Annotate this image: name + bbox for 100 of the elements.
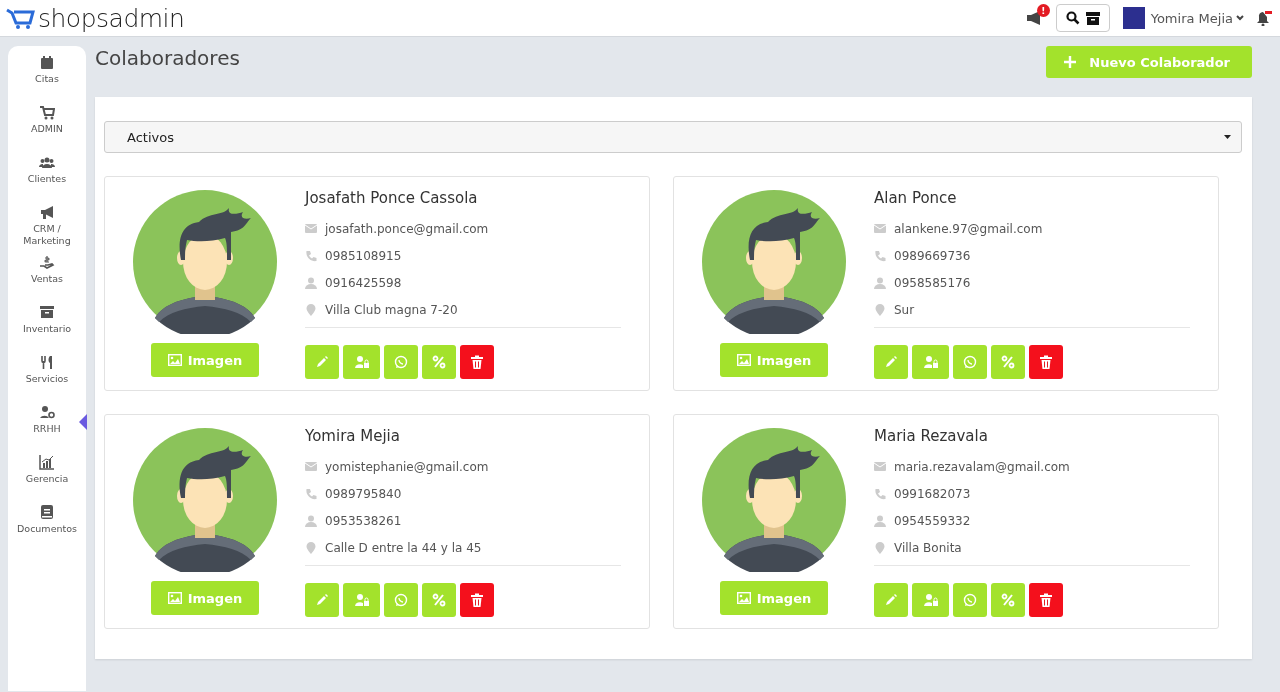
envelope-icon <box>874 460 886 473</box>
map-pin-icon <box>305 541 317 554</box>
delete-button[interactable] <box>1029 345 1063 379</box>
user-lock-icon <box>923 355 938 369</box>
user-lock-icon <box>354 593 369 607</box>
fork-knife-icon <box>39 354 55 370</box>
caret-icon <box>1224 135 1231 139</box>
whatsapp-button[interactable] <box>953 345 987 379</box>
user-lock-icon <box>354 355 369 369</box>
pencil-icon <box>884 355 898 369</box>
contact-text: josafath.ponce@gmail.com <box>325 221 489 236</box>
pencil-icon <box>315 593 329 607</box>
collaborator-name: Maria Rezavala <box>874 427 989 445</box>
megaphone-icon <box>39 204 55 220</box>
chat-bubble-icon <box>394 355 408 369</box>
contact-text: Calle D entre la 44 y la 45 <box>325 540 482 555</box>
map-pin-icon <box>874 541 886 554</box>
trash-icon <box>1039 593 1053 607</box>
user-icon <box>874 276 886 289</box>
trash-icon <box>1039 355 1053 369</box>
access-button[interactable] <box>912 583 949 617</box>
megaphone-icon[interactable] <box>1025 11 1042 25</box>
sidebar-item[interactable]: Citas <box>8 54 86 100</box>
cart-logo-icon <box>6 6 36 30</box>
collaborator-name: Josafath Ponce Cassola <box>305 189 479 207</box>
contact-text: Villa Bonita <box>894 540 962 555</box>
plus-icon <box>1064 56 1077 68</box>
phone-icon <box>874 249 886 262</box>
envelope-icon <box>305 460 317 473</box>
image-icon <box>736 354 751 366</box>
delete-button[interactable] <box>460 583 494 617</box>
delete-button[interactable] <box>1029 583 1063 617</box>
bell-icon[interactable] <box>1256 10 1272 26</box>
edit-button[interactable] <box>874 583 908 617</box>
cart-icon <box>39 104 55 120</box>
sidebar-item[interactable]: ADMIN <box>8 104 86 150</box>
phone-icon <box>874 487 886 500</box>
phone-icon <box>305 249 317 262</box>
chat-bubble-icon <box>963 355 977 369</box>
trash-icon <box>470 593 484 607</box>
sidebar-item[interactable]: Servicios <box>8 354 86 400</box>
contact-text: 0991682073 <box>894 486 971 501</box>
chat-bubble-icon <box>963 593 977 607</box>
contact-text: Sur <box>894 302 915 317</box>
sidebar-item[interactable]: CRM / Marketing <box>8 204 86 250</box>
envelope-icon <box>874 222 886 235</box>
alert-badge: ! <box>1036 4 1050 17</box>
brand-logo[interactable]: shopsadmin <box>38 3 185 33</box>
envelope-icon <box>305 222 317 235</box>
edit-button[interactable] <box>305 345 339 379</box>
status-dropdown[interactable]: Activos <box>104 121 1242 153</box>
user-icon <box>874 514 886 527</box>
whatsapp-button[interactable] <box>384 345 418 379</box>
chat-bubble-icon <box>394 593 408 607</box>
sidebar-item[interactable]: Inventario <box>8 304 86 350</box>
user-menu[interactable]: Yomira Mejia <box>1150 10 1233 26</box>
book-icon <box>39 504 55 520</box>
user-gear-icon <box>39 404 55 420</box>
pencil-icon <box>884 593 898 607</box>
percent-icon <box>432 355 446 369</box>
whatsapp-button[interactable] <box>953 583 987 617</box>
image-icon <box>167 354 182 366</box>
contact-text: 0989669736 <box>894 248 971 263</box>
image-icon <box>736 592 751 604</box>
user-icon <box>305 276 317 289</box>
phone-icon <box>305 487 317 500</box>
sidebar-item[interactable]: Ventas <box>8 254 86 300</box>
user-icon <box>305 514 317 527</box>
sidebar-item[interactable]: Clientes <box>8 154 86 200</box>
archive-icon <box>1085 11 1100 25</box>
access-button[interactable] <box>343 345 380 379</box>
edit-button[interactable] <box>305 583 339 617</box>
contact-text: maria.rezavalam@gmail.com <box>894 459 1070 474</box>
collaborator-name: Yomira Mejia <box>305 427 401 445</box>
pencil-icon <box>315 355 329 369</box>
caret-icon <box>1236 15 1244 21</box>
contact-text: 0953538261 <box>325 513 402 528</box>
access-button[interactable] <box>343 583 380 617</box>
whatsapp-button[interactable] <box>384 583 418 617</box>
sidebar-item[interactable]: Documentos <box>8 504 86 550</box>
contact-text: 0954559332 <box>894 513 971 528</box>
map-pin-icon <box>874 303 886 316</box>
sidebar-item[interactable]: RRHH <box>8 404 86 450</box>
percent-icon <box>1001 355 1015 369</box>
contact-text: 0916425598 <box>325 275 402 290</box>
image-icon <box>167 592 182 604</box>
sidebar-item[interactable]: Gerencia <box>8 454 86 500</box>
contact-text: 0958585176 <box>894 275 971 290</box>
contact-text: yomistephanie@gmail.com <box>325 459 489 474</box>
user-lock-icon <box>923 593 938 607</box>
trash-icon <box>470 355 484 369</box>
calendar-icon <box>39 54 55 70</box>
map-pin-icon <box>305 303 317 316</box>
contact-text: 0989795840 <box>325 486 402 501</box>
delete-button[interactable] <box>460 345 494 379</box>
access-button[interactable] <box>912 345 949 379</box>
search-archive-button[interactable] <box>1055 4 1110 32</box>
edit-button[interactable] <box>874 345 908 379</box>
page-title: Colaboradores <box>95 46 240 70</box>
collaborator-name: Alan Ponce <box>874 189 958 207</box>
